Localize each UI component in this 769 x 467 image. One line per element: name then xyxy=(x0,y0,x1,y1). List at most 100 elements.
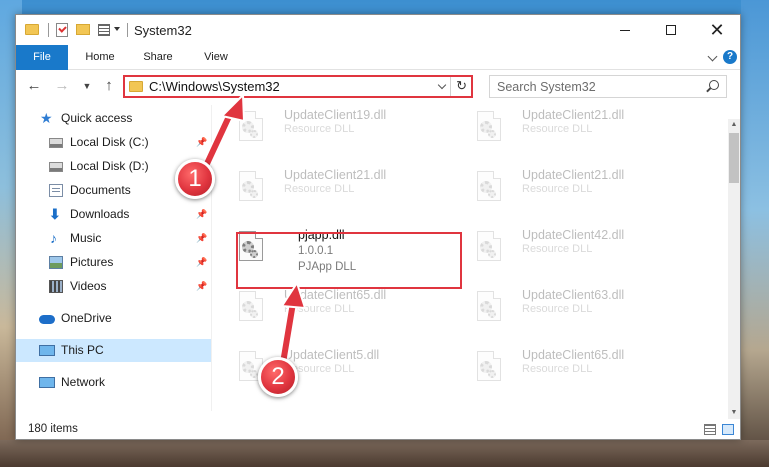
back-arrow-icon[interactable]: ← xyxy=(26,78,42,94)
search-input[interactable]: Search System32 xyxy=(489,75,727,98)
dll-file-icon xyxy=(474,171,504,209)
address-divider xyxy=(450,77,451,96)
ribbon-tabs: File Home Share View ? xyxy=(16,45,740,70)
file-type: Resource DLL xyxy=(284,183,355,195)
search-placeholder: Search System32 xyxy=(497,80,596,94)
file-item[interactable]: UpdateClient65.dll Resource DLL xyxy=(454,345,674,397)
recent-locations-chevron-icon[interactable]: ▼ xyxy=(79,78,95,94)
sidebar-item-network[interactable]: Network xyxy=(16,371,211,394)
sidebar-item-label: This PC xyxy=(61,343,104,357)
vertical-scrollbar[interactable]: ▲ ▼ xyxy=(728,119,740,419)
details-view-icon[interactable] xyxy=(704,424,716,435)
dll-file-icon xyxy=(236,171,266,209)
file-type: Resource DLL xyxy=(522,243,593,255)
drive-icon xyxy=(49,138,63,148)
pin-icon: 📌 xyxy=(196,233,208,243)
file-item[interactable]: UpdateClient21.dll Resource DLL xyxy=(454,105,674,157)
star-icon: ★ xyxy=(40,110,53,126)
properties-icon[interactable] xyxy=(56,23,68,37)
expand-ribbon-chevron-icon[interactable] xyxy=(707,51,718,62)
sidebar-item-onedrive[interactable]: OneDrive xyxy=(16,307,211,330)
customize-toolbar-dropdown-icon[interactable] xyxy=(114,27,120,31)
tab-share[interactable]: Share xyxy=(132,45,184,70)
new-folder-icon[interactable] xyxy=(76,24,90,35)
pin-icon: 📌 xyxy=(196,281,208,291)
close-button[interactable]: ✕ xyxy=(694,15,740,45)
status-bar: 180 items xyxy=(16,419,740,439)
network-icon xyxy=(39,377,55,388)
sidebar-item-label: Local Disk (C:) xyxy=(70,135,149,149)
drive-icon xyxy=(49,162,63,172)
maximize-button[interactable] xyxy=(648,15,694,45)
toolbar-divider xyxy=(127,23,128,37)
file-type: Resource DLL xyxy=(284,303,355,315)
tab-file[interactable]: File xyxy=(16,45,68,70)
sidebar-item-label: Music xyxy=(70,231,102,245)
sidebar-item-videos[interactable]: Videos 📌 xyxy=(16,275,211,298)
pjapp-highlight-box xyxy=(236,232,462,289)
desktop-wallpaper-bottom xyxy=(0,440,769,467)
file-item[interactable]: UpdateClient63.dll Resource DLL xyxy=(454,285,674,337)
sidebar-item-label: Downloads xyxy=(70,207,130,221)
file-name: UpdateClient19.dll xyxy=(284,108,387,122)
help-icon[interactable]: ? xyxy=(723,50,737,64)
file-name: UpdateClient21.dll xyxy=(522,168,625,182)
up-arrow-icon[interactable]: ↑ xyxy=(101,78,117,94)
sidebar-item-pictures[interactable]: Pictures 📌 xyxy=(16,251,211,274)
onedrive-icon xyxy=(39,315,55,324)
file-type: Resource DLL xyxy=(284,123,355,135)
file-item[interactable]: UpdateClient42.dll Resource DLL xyxy=(454,225,674,277)
address-history-chevron-icon[interactable] xyxy=(437,80,447,90)
sidebar-item-label: Quick access xyxy=(61,111,133,125)
file-item[interactable]: UpdateClient19.dll Resource DLL xyxy=(216,105,436,157)
download-icon: ⬇ xyxy=(49,206,61,222)
tab-view[interactable]: View xyxy=(190,45,242,70)
toolbar-divider xyxy=(48,23,49,37)
tiles-view-icon[interactable] xyxy=(722,424,734,435)
file-item[interactable]: UpdateClient65.dll Resource DLL xyxy=(216,285,436,337)
close-icon: ✕ xyxy=(709,20,725,40)
file-type: Resource DLL xyxy=(522,303,593,315)
sidebar-item-local-disk-c[interactable]: Local Disk (C:) 📌 xyxy=(16,131,211,154)
address-path[interactable]: C:\Windows\System32 xyxy=(149,79,280,94)
sidebar-item-label: Documents xyxy=(70,183,131,197)
sidebar-item-label: Pictures xyxy=(70,255,114,269)
dll-file-icon xyxy=(474,291,504,329)
sidebar-item-quick-access[interactable]: ★ Quick access xyxy=(16,107,211,130)
pin-icon: 📌 xyxy=(196,137,208,147)
sidebar-item-label: Network xyxy=(61,375,106,389)
view-options-icon[interactable] xyxy=(98,24,110,36)
file-type: Resource DLL xyxy=(522,123,593,135)
pin-icon: 📌 xyxy=(196,257,208,267)
file-item[interactable]: UpdateClient21.dll Resource DLL xyxy=(216,165,436,217)
sidebar-item-label: Videos xyxy=(70,279,107,293)
title-bar: System32 ✕ xyxy=(16,15,740,45)
file-name: UpdateClient5.dll xyxy=(284,348,380,362)
dll-file-icon xyxy=(236,291,266,329)
file-name: UpdateClient65.dll xyxy=(284,288,387,302)
sidebar-item-label: OneDrive xyxy=(61,311,112,325)
dll-file-icon xyxy=(474,351,504,389)
pin-icon: 📌 xyxy=(196,209,208,219)
file-name: UpdateClient65.dll xyxy=(522,348,625,362)
file-explorer-window: System32 ✕ File Home Share View ? ← → ▼ … xyxy=(15,14,741,440)
scroll-thumb[interactable] xyxy=(729,133,739,183)
sidebar-item-music[interactable]: ♪ Music 📌 xyxy=(16,227,211,250)
scroll-down-arrow-icon[interactable]: ▼ xyxy=(728,407,740,419)
dll-file-icon xyxy=(474,111,504,149)
address-bar[interactable]: C:\Windows\System32 ↻ xyxy=(123,75,473,98)
step-1-badge: 1 xyxy=(175,159,215,199)
file-item[interactable]: UpdateClient5.dll Resource DLL xyxy=(216,345,436,397)
file-type: Resource DLL xyxy=(522,363,593,375)
folder-icon xyxy=(25,24,39,35)
sidebar-item-downloads[interactable]: ⬇ Downloads 📌 xyxy=(16,203,211,226)
forward-arrow-icon[interactable]: → xyxy=(54,78,70,94)
file-name: UpdateClient42.dll xyxy=(522,228,625,242)
minimize-button[interactable] xyxy=(602,15,648,45)
file-item[interactable]: UpdateClient21.dll Resource DLL xyxy=(454,165,674,217)
scroll-up-arrow-icon[interactable]: ▲ xyxy=(728,119,740,131)
navigation-pane: ★ Quick access Local Disk (C:) 📌 Local D… xyxy=(16,105,212,411)
sidebar-item-this-pc[interactable]: This PC xyxy=(16,339,211,362)
refresh-icon[interactable]: ↻ xyxy=(456,78,467,94)
tab-home[interactable]: Home xyxy=(74,45,126,70)
